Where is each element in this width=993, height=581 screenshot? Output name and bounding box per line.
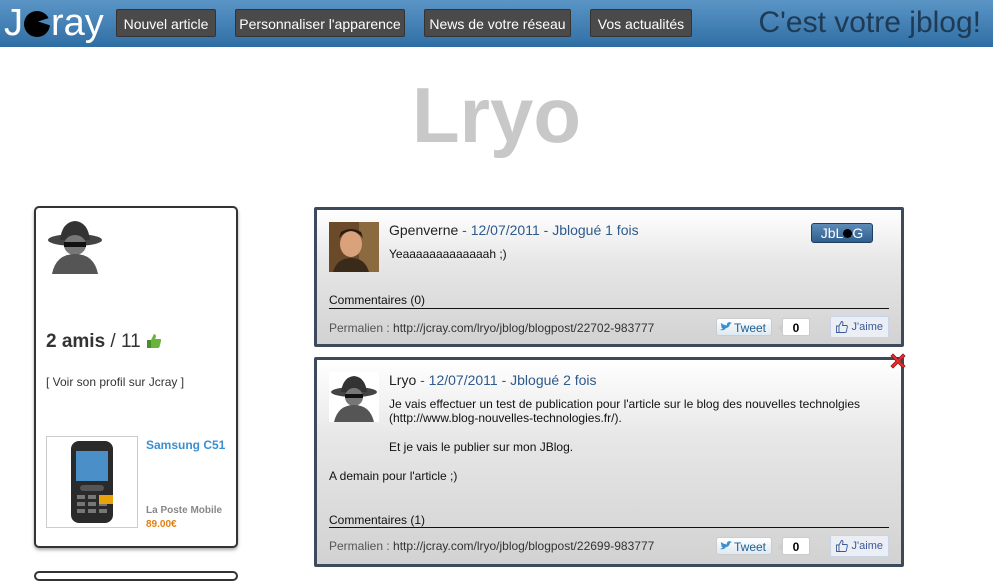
post-header: Lryo - 12/07/2011 - Jblogué 2 fois	[389, 372, 597, 388]
permalink: Permalien : http://jcray.com/lryo/jblog/…	[329, 539, 655, 553]
profile-sidebar: 2 amis / 11 [ Voir son profil sur Jcray …	[34, 206, 238, 548]
facebook-like-button[interactable]: J'aime	[830, 316, 889, 338]
facebook-like-icon	[836, 321, 848, 333]
author-photo[interactable]	[329, 222, 379, 272]
view-profile-link[interactable]: [ Voir son profil sur Jcray ]	[46, 375, 184, 389]
ad-product-image[interactable]	[46, 436, 138, 528]
facebook-like-button[interactable]: J'aime	[830, 535, 889, 557]
spy-avatar-icon[interactable]	[329, 372, 379, 422]
tweet-count: 0	[778, 537, 810, 555]
tweet-button[interactable]: Tweet	[716, 318, 772, 336]
post-author[interactable]: Lryo	[389, 372, 416, 388]
twitter-bird-icon	[720, 322, 732, 331]
post-meta: - 12/07/2011 - Jblogué 2 fois	[416, 372, 597, 388]
post-meta: - 12/07/2011 - Jblogué 1 fois	[458, 222, 639, 238]
permalink-url[interactable]: http://jcray.com/lryo/jblog/blogpost/227…	[393, 321, 654, 335]
friends-count[interactable]: 2 amis / 11	[46, 331, 162, 353]
comments-link[interactable]: Commentaires (1)	[329, 513, 425, 527]
spy-avatar-icon[interactable]	[46, 216, 104, 274]
customize-appearance-button[interactable]: Personnaliser l'apparence	[235, 9, 405, 37]
tweet-count: 0	[778, 318, 810, 336]
ad-shop: La Poste Mobile	[146, 505, 223, 516]
post-body-line: A demain pour l'article ;)	[329, 469, 458, 483]
blog-title: Lryo	[411, 71, 582, 159]
top-navigation-bar: Jray Nouvel article Personnaliser l'appa…	[0, 0, 993, 47]
facebook-like-icon	[836, 540, 848, 552]
divider	[329, 527, 889, 528]
ad-title-link[interactable]: Samsung C5130	[146, 438, 226, 452]
ad-price: 89.00€	[146, 519, 177, 530]
post-body: Yeaaaaaaaaaaaaah ;)	[389, 247, 507, 261]
post-body-link[interactable]: (http://www.blog-nouvelles-technologies.…	[389, 411, 622, 425]
jblog-badge[interactable]: JbL G	[811, 223, 873, 243]
your-news-button[interactable]: Vos actualités	[590, 9, 692, 37]
close-icon[interactable]	[888, 351, 908, 371]
phone-icon	[71, 441, 113, 523]
post-header: Gpenverne - 12/07/2011 - Jblogué 1 fois	[389, 222, 639, 238]
network-news-button[interactable]: News de votre réseau	[424, 9, 571, 37]
divider	[329, 308, 889, 309]
post-body-line: Et je vais le publier sur mon JBlog.	[389, 440, 574, 454]
twitter-bird-icon	[720, 541, 732, 550]
sidebar-second-box	[34, 571, 238, 581]
blog-post: Lryo - 12/07/2011 - Jblogué 2 fois Je va…	[314, 357, 904, 567]
thumbs-up-icon	[147, 334, 162, 348]
post-author[interactable]: Gpenverne	[389, 222, 458, 238]
permalink: Permalien : http://jcray.com/lryo/jblog/…	[329, 321, 655, 335]
post-body-line: Je vais effectuer un test de publication…	[389, 397, 861, 411]
jcray-logo[interactable]: Jray	[4, 2, 104, 44]
new-article-button[interactable]: Nouvel article	[116, 9, 216, 37]
tweet-button[interactable]: Tweet	[716, 537, 772, 555]
slogan: C'est votre jblog!	[758, 6, 982, 39]
blog-post: Gpenverne - 12/07/2011 - Jblogué 1 fois …	[314, 207, 904, 347]
comments-link[interactable]: Commentaires (0)	[329, 293, 425, 307]
permalink-url[interactable]: http://jcray.com/lryo/jblog/blogpost/226…	[393, 539, 654, 553]
